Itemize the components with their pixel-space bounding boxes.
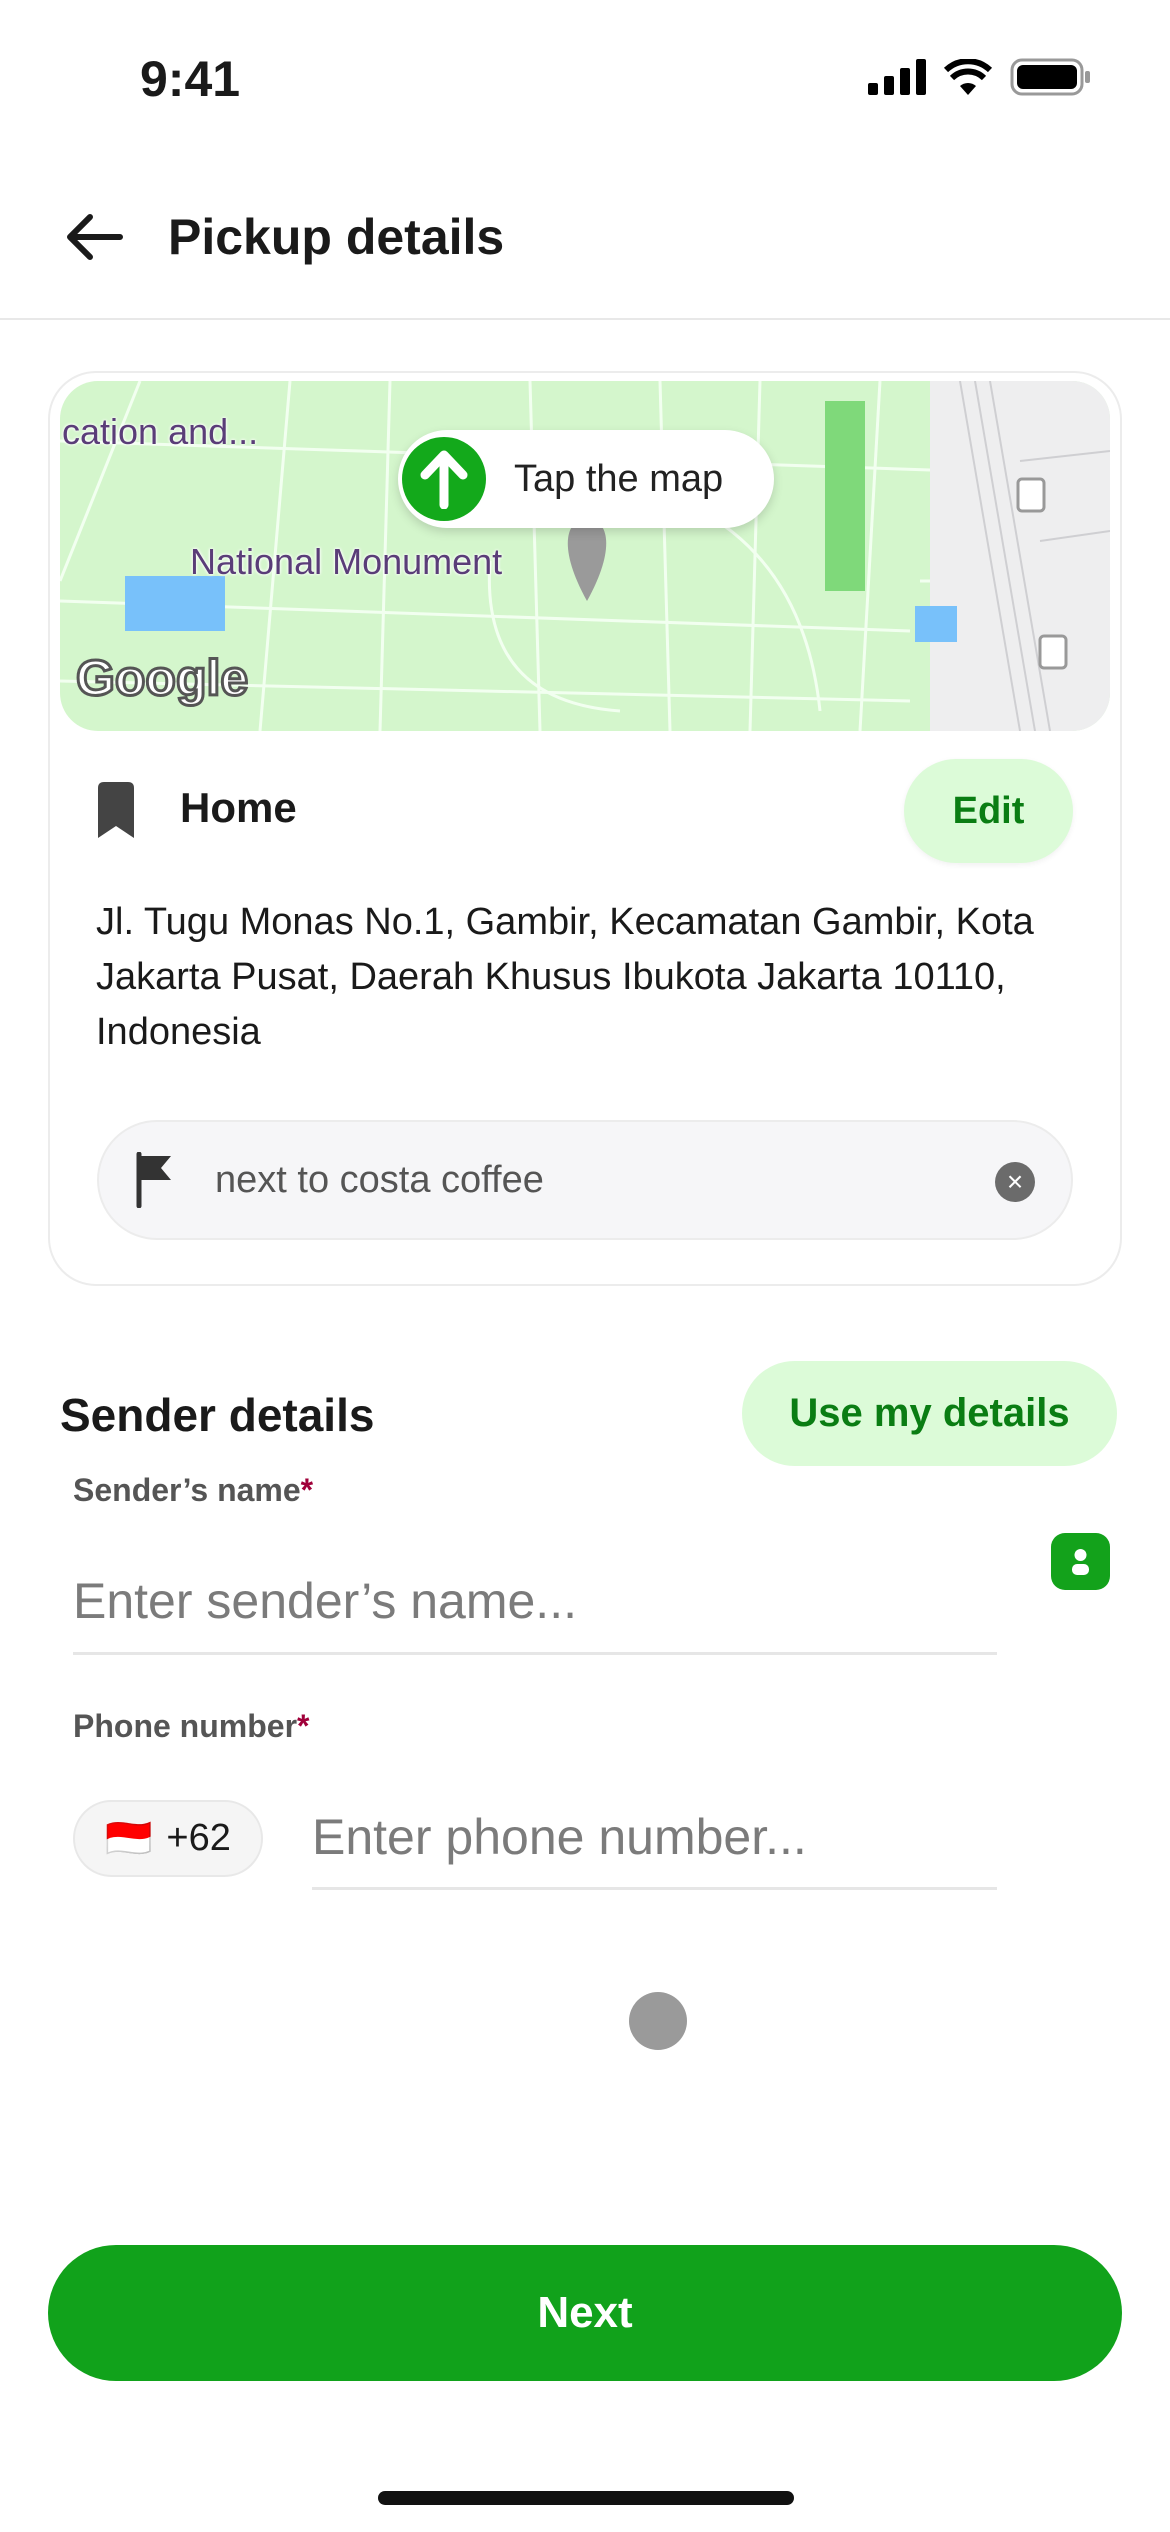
wifi-icon bbox=[944, 59, 992, 95]
next-button[interactable]: Next bbox=[48, 2245, 1122, 2381]
use-my-details-button[interactable]: Use my details bbox=[742, 1361, 1117, 1466]
location-name: Home bbox=[180, 784, 297, 831]
phone-label: Phone number* bbox=[73, 1708, 310, 1744]
indonesia-flag-icon: 🇮🇩 bbox=[105, 1817, 153, 1860]
home-indicator bbox=[378, 2491, 794, 2505]
country-code: +62 bbox=[166, 1817, 231, 1859]
page-title: Pickup details bbox=[168, 209, 505, 265]
bookmark-icon bbox=[98, 782, 134, 838]
phone-underline bbox=[312, 1887, 997, 1890]
sender-name-underline bbox=[73, 1652, 997, 1655]
google-logo: Google bbox=[74, 649, 249, 708]
country-code-selector[interactable]: 🇮🇩 +62 bbox=[73, 1800, 263, 1877]
note-input[interactable]: next to costa coffee × bbox=[97, 1120, 1073, 1240]
address-text: Jl. Tugu Monas No.1, Gambir, Kecamatan G… bbox=[96, 901, 1034, 1053]
battery-icon bbox=[1010, 58, 1090, 96]
map-label: National Monument bbox=[190, 541, 503, 582]
flag-icon bbox=[136, 1152, 171, 1208]
status-icons bbox=[868, 58, 1092, 96]
arrow-left-icon bbox=[67, 214, 123, 260]
sender-name-label: Sender’s name* bbox=[73, 1472, 314, 1508]
touch-indicator bbox=[629, 1992, 687, 2050]
tooltip-text: Tap the map bbox=[514, 457, 724, 500]
arrow-up-icon bbox=[402, 437, 486, 521]
sender-name-input[interactable]: Enter sender’s name... bbox=[73, 1572, 577, 1630]
status-time: 9:41 bbox=[140, 51, 241, 107]
edit-button[interactable]: Edit bbox=[904, 759, 1073, 863]
sender-section-title: Sender details bbox=[60, 1389, 375, 1441]
header-divider bbox=[0, 318, 1170, 320]
map-label: cation and... bbox=[62, 411, 259, 452]
note-value: next to costa coffee bbox=[215, 1158, 544, 1201]
signal-icon bbox=[868, 59, 926, 95]
clear-icon[interactable]: × bbox=[995, 1162, 1035, 1202]
contact-picker-icon[interactable] bbox=[1051, 1533, 1110, 1590]
tap-map-tooltip: Tap the map bbox=[398, 430, 774, 528]
back-button[interactable] bbox=[64, 212, 124, 267]
map-pin-icon bbox=[567, 519, 607, 601]
phone-input[interactable]: Enter phone number... bbox=[312, 1808, 807, 1866]
